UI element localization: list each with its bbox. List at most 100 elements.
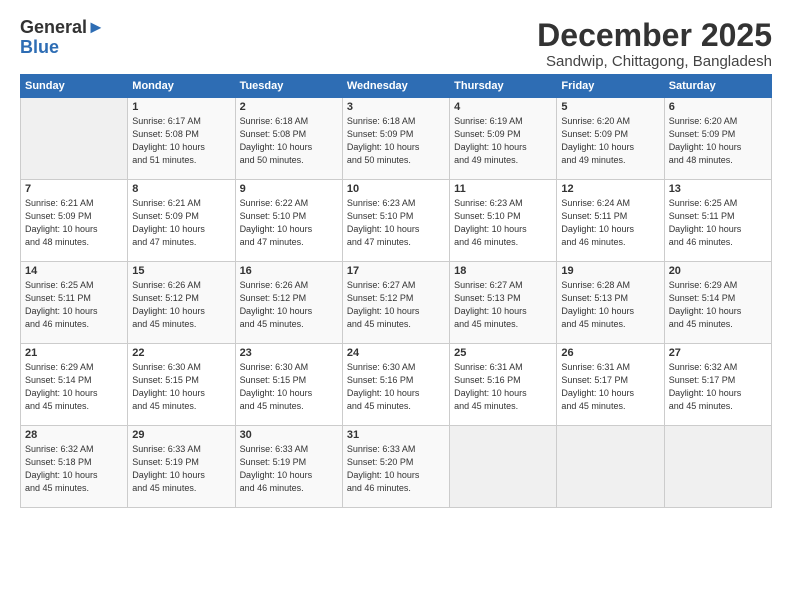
day-info: Sunrise: 6:23 AM Sunset: 5:10 PM Dayligh…	[454, 197, 552, 249]
day-info: Sunrise: 6:25 AM Sunset: 5:11 PM Dayligh…	[669, 197, 767, 249]
day-cell: 5 Sunrise: 6:20 AM Sunset: 5:09 PM Daylig…	[557, 98, 664, 180]
day-cell: 19Sunrise: 6:28 AM Sunset: 5:13 PM Dayli…	[557, 262, 664, 344]
day-number: 8	[132, 183, 230, 195]
day-number: 6	[669, 101, 767, 113]
logo-blue: Blue	[20, 37, 59, 57]
calendar-table: Sunday Monday Tuesday Wednesday Thursday…	[20, 74, 772, 508]
day-cell: 1Sunrise: 6:17 AM Sunset: 5:08 PM Daylig…	[128, 98, 235, 180]
day-cell	[21, 98, 128, 180]
day-number: 13	[669, 183, 767, 195]
day-info: Sunrise: 6:33 AM Sunset: 5:20 PM Dayligh…	[347, 443, 445, 495]
day-cell: 3 Sunrise: 6:18 AM Sunset: 5:09 PM Daylig…	[342, 98, 449, 180]
day-number: 10	[347, 183, 445, 195]
page: General► Blue December 2025 Sandwip, Chi…	[0, 0, 792, 518]
day-info: Sunrise: 6:32 AM Sunset: 5:17 PM Dayligh…	[669, 361, 767, 413]
day-number: 15	[132, 265, 230, 277]
day-cell: 4Sunrise: 6:19 AM Sunset: 5:09 PM Daylig…	[450, 98, 557, 180]
day-info: Sunrise: 6:20 AM Sunset: 5:09 PM Dayligh…	[561, 115, 659, 167]
logo: General► Blue	[20, 18, 105, 58]
day-number: 2	[240, 101, 338, 113]
day-info: Sunrise: 6:25 AM Sunset: 5:11 PM Dayligh…	[25, 279, 123, 331]
day-number: 5	[561, 101, 659, 113]
day-number: 26	[561, 347, 659, 359]
day-info: Sunrise: 6:19 AM Sunset: 5:09 PM Dayligh…	[454, 115, 552, 167]
day-number: 9	[240, 183, 338, 195]
day-info: Sunrise: 6:31 AM Sunset: 5:17 PM Dayligh…	[561, 361, 659, 413]
day-number: 30	[240, 429, 338, 441]
day-info: Sunrise: 6:17 AM Sunset: 5:08 PM Dayligh…	[132, 115, 230, 167]
day-cell: 18 Sunrise: 6:27 AM Sunset: 5:13 PM Dayli…	[450, 262, 557, 344]
day-number: 18	[454, 265, 552, 277]
day-number: 27	[669, 347, 767, 359]
day-number: 23	[240, 347, 338, 359]
day-cell: 22 Sunrise: 6:30 AM Sunset: 5:15 PM Dayli…	[128, 344, 235, 426]
day-cell	[557, 426, 664, 508]
day-info: Sunrise: 6:27 AM Sunset: 5:12 PM Dayligh…	[347, 279, 445, 331]
col-thursday: Thursday	[450, 75, 557, 98]
day-info: Sunrise: 6:21 AM Sunset: 5:09 PM Dayligh…	[132, 197, 230, 249]
day-cell: 16 Sunrise: 6:26 AM Sunset: 5:12 PM Dayli…	[235, 262, 342, 344]
day-cell: 10 Sunrise: 6:23 AM Sunset: 5:10 PM Dayli…	[342, 180, 449, 262]
day-info: Sunrise: 6:26 AM Sunset: 5:12 PM Dayligh…	[240, 279, 338, 331]
day-cell	[664, 426, 771, 508]
day-info: Sunrise: 6:33 AM Sunset: 5:19 PM Dayligh…	[132, 443, 230, 495]
day-number: 19	[561, 265, 659, 277]
day-cell: 12Sunrise: 6:24 AM Sunset: 5:11 PM Dayli…	[557, 180, 664, 262]
day-cell: 7 Sunrise: 6:21 AM Sunset: 5:09 PM Daylig…	[21, 180, 128, 262]
col-wednesday: Wednesday	[342, 75, 449, 98]
day-cell: 23Sunrise: 6:30 AM Sunset: 5:15 PM Dayli…	[235, 344, 342, 426]
day-number: 29	[132, 429, 230, 441]
col-friday: Friday	[557, 75, 664, 98]
day-cell: 20Sunrise: 6:29 AM Sunset: 5:14 PM Dayli…	[664, 262, 771, 344]
day-info: Sunrise: 6:31 AM Sunset: 5:16 PM Dayligh…	[454, 361, 552, 413]
col-sunday: Sunday	[21, 75, 128, 98]
day-number: 14	[25, 265, 123, 277]
day-cell: 8 Sunrise: 6:21 AM Sunset: 5:09 PM Daylig…	[128, 180, 235, 262]
week-row-2: 14 Sunrise: 6:25 AM Sunset: 5:11 PM Dayli…	[21, 262, 772, 344]
header-row: Sunday Monday Tuesday Wednesday Thursday…	[21, 75, 772, 98]
day-cell: 9 Sunrise: 6:22 AM Sunset: 5:10 PM Daylig…	[235, 180, 342, 262]
month-title: December 2025	[537, 18, 772, 53]
day-cell: 11Sunrise: 6:23 AM Sunset: 5:10 PM Dayli…	[450, 180, 557, 262]
header: General► Blue December 2025 Sandwip, Chi…	[20, 18, 772, 70]
day-info: Sunrise: 6:29 AM Sunset: 5:14 PM Dayligh…	[25, 361, 123, 413]
day-cell: 6 Sunrise: 6:20 AM Sunset: 5:09 PM Daylig…	[664, 98, 771, 180]
day-cell	[450, 426, 557, 508]
day-info: Sunrise: 6:30 AM Sunset: 5:16 PM Dayligh…	[347, 361, 445, 413]
day-number: 22	[132, 347, 230, 359]
week-row-3: 21Sunrise: 6:29 AM Sunset: 5:14 PM Dayli…	[21, 344, 772, 426]
day-cell: 27 Sunrise: 6:32 AM Sunset: 5:17 PM Dayli…	[664, 344, 771, 426]
col-tuesday: Tuesday	[235, 75, 342, 98]
day-info: Sunrise: 6:30 AM Sunset: 5:15 PM Dayligh…	[132, 361, 230, 413]
day-cell: 24Sunrise: 6:30 AM Sunset: 5:16 PM Dayli…	[342, 344, 449, 426]
day-cell: 21Sunrise: 6:29 AM Sunset: 5:14 PM Dayli…	[21, 344, 128, 426]
day-cell: 30 Sunrise: 6:33 AM Sunset: 5:19 PM Dayli…	[235, 426, 342, 508]
day-info: Sunrise: 6:33 AM Sunset: 5:19 PM Dayligh…	[240, 443, 338, 495]
day-info: Sunrise: 6:32 AM Sunset: 5:18 PM Dayligh…	[25, 443, 123, 495]
day-number: 31	[347, 429, 445, 441]
day-cell: 17 Sunrise: 6:27 AM Sunset: 5:12 PM Dayli…	[342, 262, 449, 344]
day-cell: 26 Sunrise: 6:31 AM Sunset: 5:17 PM Dayli…	[557, 344, 664, 426]
day-info: Sunrise: 6:21 AM Sunset: 5:09 PM Dayligh…	[25, 197, 123, 249]
day-number: 16	[240, 265, 338, 277]
day-cell: 2 Sunrise: 6:18 AM Sunset: 5:08 PM Daylig…	[235, 98, 342, 180]
day-info: Sunrise: 6:22 AM Sunset: 5:10 PM Dayligh…	[240, 197, 338, 249]
day-number: 7	[25, 183, 123, 195]
day-number: 3	[347, 101, 445, 113]
day-info: Sunrise: 6:18 AM Sunset: 5:09 PM Dayligh…	[347, 115, 445, 167]
day-info: Sunrise: 6:20 AM Sunset: 5:09 PM Dayligh…	[669, 115, 767, 167]
col-monday: Monday	[128, 75, 235, 98]
location-title: Sandwip, Chittagong, Bangladesh	[537, 53, 772, 70]
day-info: Sunrise: 6:29 AM Sunset: 5:14 PM Dayligh…	[669, 279, 767, 331]
day-cell: 28Sunrise: 6:32 AM Sunset: 5:18 PM Dayli…	[21, 426, 128, 508]
week-row-1: 7 Sunrise: 6:21 AM Sunset: 5:09 PM Daylig…	[21, 180, 772, 262]
day-info: Sunrise: 6:18 AM Sunset: 5:08 PM Dayligh…	[240, 115, 338, 167]
title-block: December 2025 Sandwip, Chittagong, Bangl…	[537, 18, 772, 70]
day-info: Sunrise: 6:23 AM Sunset: 5:10 PM Dayligh…	[347, 197, 445, 249]
week-row-4: 28Sunrise: 6:32 AM Sunset: 5:18 PM Dayli…	[21, 426, 772, 508]
day-info: Sunrise: 6:27 AM Sunset: 5:13 PM Dayligh…	[454, 279, 552, 331]
day-number: 17	[347, 265, 445, 277]
day-cell: 29 Sunrise: 6:33 AM Sunset: 5:19 PM Dayli…	[128, 426, 235, 508]
day-cell: 14 Sunrise: 6:25 AM Sunset: 5:11 PM Dayli…	[21, 262, 128, 344]
logo-general: General	[20, 17, 87, 37]
